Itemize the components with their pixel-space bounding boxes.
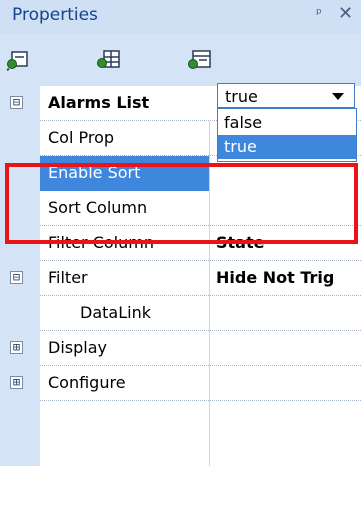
property-toolbar: [0, 34, 361, 86]
category-label: Filter: [48, 268, 88, 287]
property-row-filter-column[interactable]: Filter Column State: [0, 226, 361, 261]
category-label: Alarms List: [48, 93, 150, 112]
expand-icon[interactable]: ⊞: [10, 376, 23, 389]
property-row-sort-column[interactable]: Sort Column: [0, 191, 361, 226]
panel-title-bar: Properties ᵖ ✕: [0, 0, 361, 34]
collapse-icon[interactable]: ⊟: [10, 271, 23, 284]
properties-panel: Properties ᵖ ✕ ⊟ Alarms List Col Prop En…: [0, 0, 361, 522]
property-label: Filter Column: [48, 233, 154, 252]
dropdown-option-true[interactable]: true: [218, 135, 356, 159]
collapse-icon[interactable]: ⊟: [10, 96, 23, 109]
property-row-datalink[interactable]: DataLink: [0, 296, 361, 331]
pin-icon[interactable]: ᵖ: [316, 6, 322, 22]
dropdown-option-false[interactable]: false: [218, 111, 356, 135]
property-value[interactable]: Hide Not Trig: [216, 268, 334, 287]
property-pages-icon[interactable]: [187, 49, 213, 71]
category-display[interactable]: ⊞ Display: [0, 331, 361, 366]
property-value[interactable]: State: [216, 233, 264, 252]
category-label: Configure: [48, 373, 126, 392]
category-configure[interactable]: ⊞ Configure: [0, 366, 361, 401]
property-label: Enable Sort: [48, 163, 141, 182]
close-icon[interactable]: ✕: [338, 3, 353, 24]
expand-icon[interactable]: ⊞: [10, 341, 23, 354]
chevron-down-icon[interactable]: [332, 93, 344, 100]
panel-title: Properties: [12, 5, 98, 25]
property-label: Sort Column: [48, 198, 148, 217]
categorized-view-icon[interactable]: [6, 49, 32, 71]
property-label: DataLink: [80, 303, 151, 322]
category-filter[interactable]: ⊟ Filter Hide Not Trig: [0, 261, 361, 296]
property-label: Col Prop: [48, 128, 115, 147]
dropdown-list: false true: [217, 108, 357, 162]
alphabetical-view-icon[interactable]: [96, 49, 122, 71]
enable-sort-dropdown[interactable]: true: [217, 83, 355, 108]
dropdown-value: true: [225, 87, 258, 106]
category-label: Display: [48, 338, 107, 357]
